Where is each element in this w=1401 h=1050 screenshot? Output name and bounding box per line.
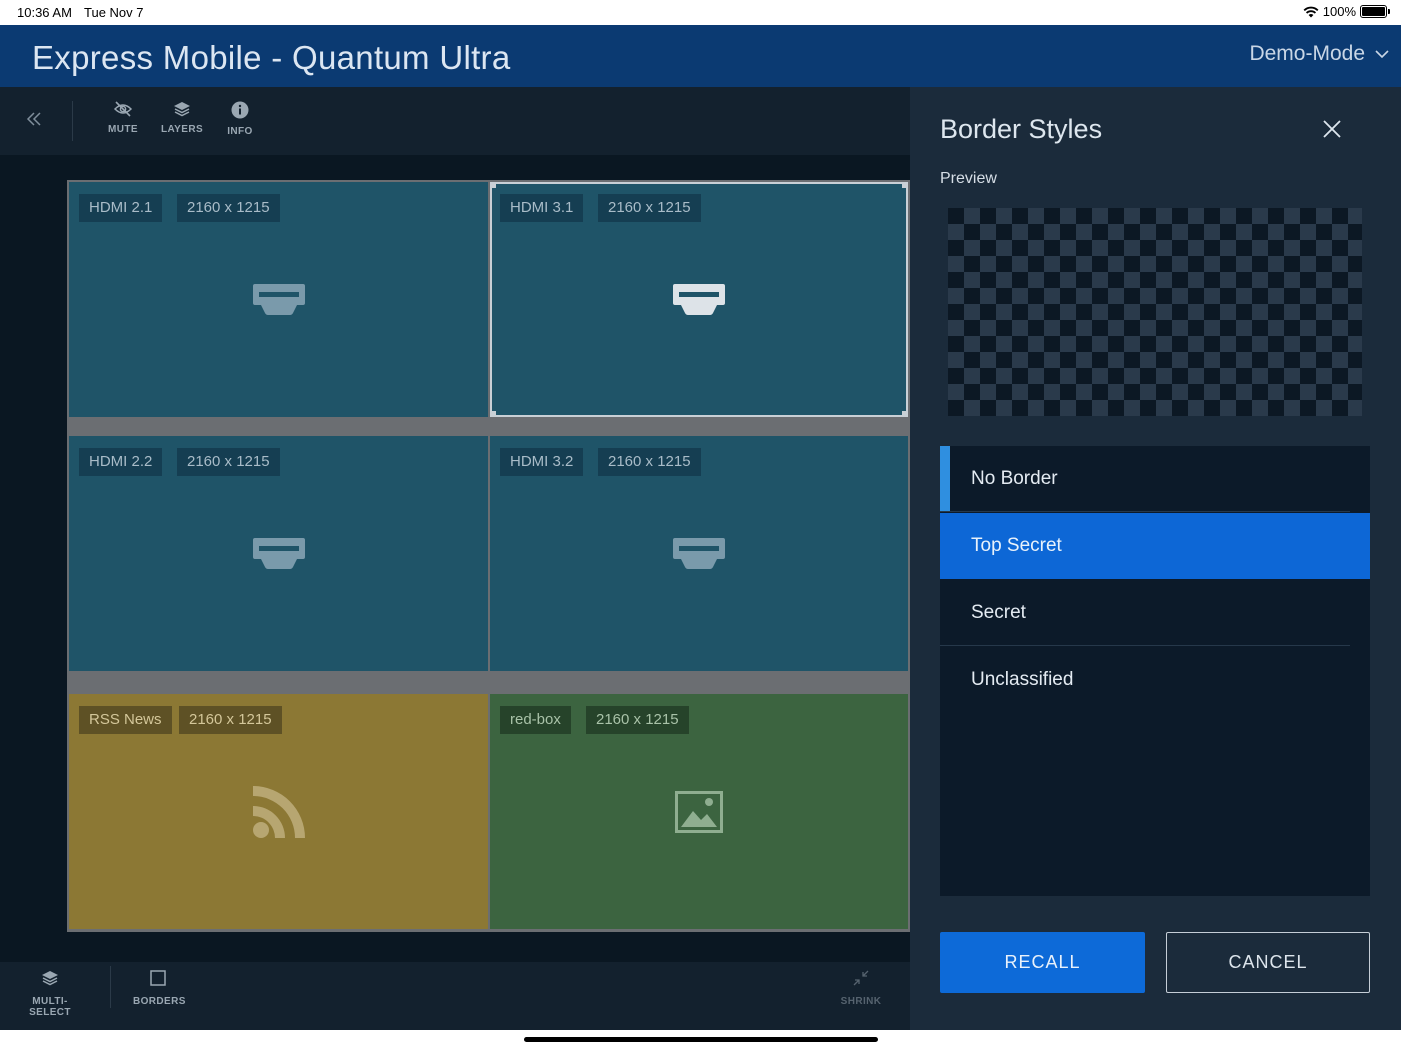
battery-icon bbox=[1360, 5, 1390, 18]
tile-source-tag: red-box bbox=[500, 706, 571, 734]
status-right: 100% bbox=[1303, 4, 1390, 19]
video-wall-canvas[interactable]: HDMI 2.1 2160 x 1215 HDMI 3.1 2160 x 121… bbox=[0, 155, 910, 1024]
app-header: Express Mobile - Quantum Ultra Demo-Mode bbox=[0, 25, 1401, 87]
chevron-down-icon bbox=[1375, 49, 1389, 58]
layers-icon bbox=[174, 102, 190, 117]
border-preview bbox=[948, 208, 1362, 416]
tile-source-tag: HDMI 3.1 bbox=[500, 194, 584, 222]
hdmi-icon bbox=[673, 283, 725, 315]
resize-handle[interactable] bbox=[490, 182, 496, 188]
multi-select-button[interactable]: MULTI-SELECT bbox=[14, 970, 86, 1018]
option-label: Top Secret bbox=[971, 535, 1062, 556]
mute-label: MUTE bbox=[108, 124, 138, 135]
hdmi-icon bbox=[252, 537, 305, 569]
rss-icon bbox=[252, 785, 305, 838]
eye-off-icon bbox=[113, 101, 133, 117]
bottombar-divider bbox=[110, 966, 111, 1008]
shrink-label: SHRINK bbox=[840, 996, 882, 1007]
layers-icon bbox=[42, 971, 58, 986]
video-wall: HDMI 2.1 2160 x 1215 HDMI 3.1 2160 x 121… bbox=[67, 180, 910, 932]
option-no-border[interactable]: No Border bbox=[940, 446, 1370, 512]
wifi-icon bbox=[1303, 6, 1319, 17]
close-button[interactable] bbox=[1322, 119, 1342, 144]
option-label: Unclassified bbox=[971, 669, 1074, 690]
tile-hdmi-2-1[interactable]: HDMI 2.1 2160 x 1215 bbox=[69, 182, 488, 417]
bottom-toolbar: MULTI-SELECT BORDERS SHRINK bbox=[0, 962, 910, 1030]
home-indicator[interactable] bbox=[524, 1037, 878, 1042]
divider bbox=[940, 511, 1350, 512]
hdmi-icon bbox=[673, 537, 725, 569]
option-label: Secret bbox=[971, 602, 1026, 623]
multi-select-label: MULTI-SELECT bbox=[29, 996, 71, 1018]
resize-handle[interactable] bbox=[902, 411, 908, 417]
tile-resolution-tag: 2160 x 1215 bbox=[586, 706, 689, 734]
panel-title: Border Styles bbox=[940, 114, 1103, 144]
info-button[interactable]: INFO bbox=[212, 101, 268, 137]
tile-resolution-tag: 2160 x 1215 bbox=[177, 448, 280, 476]
mode-dropdown[interactable]: Demo-Mode bbox=[1249, 42, 1389, 66]
cancel-button[interactable]: CANCEL bbox=[1166, 932, 1370, 993]
tile-rss-news[interactable]: RSS News 2160 x 1215 bbox=[69, 694, 488, 929]
close-icon bbox=[1323, 120, 1341, 138]
option-secret[interactable]: Secret bbox=[940, 580, 1370, 646]
tile-resolution-tag: 2160 x 1215 bbox=[179, 706, 282, 734]
mode-label: Demo-Mode bbox=[1249, 42, 1365, 65]
top-toolbar: MUTE LAYERS INFO bbox=[0, 87, 910, 155]
square-icon bbox=[150, 970, 166, 986]
battery-percent: 100% bbox=[1322, 4, 1356, 19]
status-date: Tue Nov 7 bbox=[84, 5, 144, 20]
layers-label: LAYERS bbox=[160, 124, 204, 135]
layers-button[interactable]: LAYERS bbox=[154, 101, 210, 135]
mute-button[interactable]: MUTE bbox=[95, 101, 151, 135]
resize-handle[interactable] bbox=[490, 411, 496, 417]
main-area: MUTE LAYERS INFO HDMI 2.1 2160 x 1215 HD… bbox=[0, 87, 910, 1030]
tile-hdmi-3-1[interactable]: HDMI 3.1 2160 x 1215 bbox=[490, 182, 908, 417]
border-styles-panel: Border Styles Preview No Border Top Secr… bbox=[910, 87, 1401, 1030]
tile-hdmi-3-2[interactable]: HDMI 3.2 2160 x 1215 bbox=[490, 436, 908, 671]
tile-red-box[interactable]: red-box 2160 x 1215 bbox=[490, 694, 908, 929]
collapse-button[interactable] bbox=[26, 109, 42, 132]
info-icon bbox=[231, 101, 249, 119]
tile-resolution-tag: 2160 x 1215 bbox=[598, 448, 701, 476]
status-time: 10:36 AM bbox=[17, 5, 72, 20]
borders-label: BORDERS bbox=[133, 996, 186, 1007]
border-style-list: No Border Top Secret Secret Unclassified bbox=[940, 446, 1370, 896]
current-indicator bbox=[940, 446, 950, 512]
status-bar: 10:36 AM Tue Nov 7 100% bbox=[0, 0, 1401, 25]
tile-source-tag: HDMI 3.2 bbox=[500, 448, 584, 476]
shrink-button[interactable]: SHRINK bbox=[840, 970, 882, 1007]
preview-label: Preview bbox=[940, 170, 997, 187]
option-unclassified[interactable]: Unclassified bbox=[940, 647, 1370, 713]
app-title: Express Mobile - Quantum Ultra bbox=[32, 39, 511, 76]
recall-button[interactable]: RECALL bbox=[940, 932, 1145, 993]
option-label: No Border bbox=[971, 468, 1058, 489]
shrink-icon bbox=[853, 970, 869, 986]
tile-resolution-tag: 2160 x 1215 bbox=[598, 194, 701, 222]
tile-source-tag: HDMI 2.2 bbox=[79, 448, 163, 476]
tile-source-tag: RSS News bbox=[79, 706, 172, 734]
hdmi-icon bbox=[252, 283, 305, 315]
home-indicator-area bbox=[0, 1030, 1401, 1050]
double-chevron-left-icon bbox=[26, 112, 41, 126]
borders-button[interactable]: BORDERS bbox=[133, 970, 186, 1007]
tile-source-tag: HDMI 2.1 bbox=[79, 194, 163, 222]
image-icon bbox=[675, 790, 723, 833]
divider bbox=[940, 645, 1350, 646]
tile-resolution-tag: 2160 x 1215 bbox=[177, 194, 280, 222]
tile-hdmi-2-2[interactable]: HDMI 2.2 2160 x 1215 bbox=[69, 436, 488, 671]
info-label: INFO bbox=[227, 126, 253, 137]
option-top-secret[interactable]: Top Secret bbox=[940, 513, 1370, 579]
toolbar-divider bbox=[72, 101, 73, 141]
resize-handle[interactable] bbox=[902, 182, 908, 188]
